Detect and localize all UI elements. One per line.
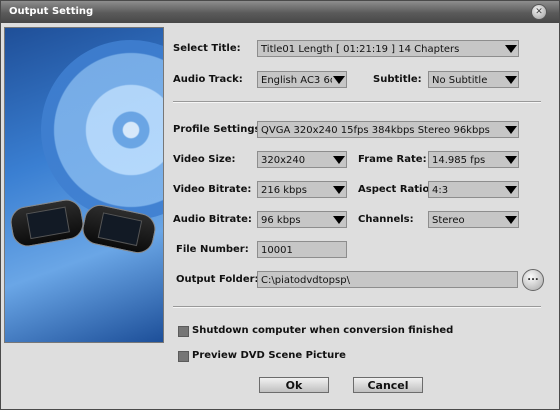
channels-label: Channels:	[358, 214, 414, 225]
aspect-ratio-label: Aspect Ratio:	[358, 184, 434, 195]
output-setting-dialog: Output Setting ✕ Select Title: Title01 L…	[0, 0, 560, 410]
title-bar: Output Setting ✕	[1, 1, 559, 23]
audio-bitrate-label: Audio Bitrate:	[173, 214, 252, 225]
browse-button[interactable]: ...	[522, 269, 544, 291]
profile-settings-label: Profile Settings:	[173, 124, 265, 135]
select-title-value: Title01 Length [ 01:21:19 ] 14 Chapters	[261, 44, 460, 55]
subtitle-value: No Subtitle	[432, 75, 488, 86]
close-icon: ✕	[535, 7, 543, 17]
file-number-label: File Number:	[176, 244, 249, 255]
video-size-dropdown[interactable]: 320x240	[257, 151, 347, 168]
preview-image	[4, 27, 164, 343]
chevron-down-icon	[332, 73, 345, 86]
aspect-ratio-value: 4:3	[432, 185, 449, 196]
video-bitrate-dropdown[interactable]: 216 kbps	[257, 181, 347, 198]
channels-value: Stereo	[432, 215, 465, 226]
ellipsis-icon: ...	[527, 272, 539, 283]
audio-bitrate-value: 96 kbps	[261, 215, 301, 226]
window-title: Output Setting	[9, 6, 94, 17]
chevron-down-icon	[504, 213, 517, 226]
video-size-value: 320x240	[261, 155, 306, 166]
close-button[interactable]: ✕	[531, 4, 547, 20]
separator	[173, 101, 541, 103]
profile-settings-dropdown[interactable]: QVGA 320x240 15fps 384kbps Stereo 96kbps	[257, 121, 519, 138]
shutdown-label: Shutdown computer when conversion finish…	[192, 325, 454, 336]
video-bitrate-value: 216 kbps	[261, 185, 307, 196]
chevron-down-icon	[504, 42, 517, 55]
preview-label: Preview DVD Scene Picture	[192, 350, 346, 361]
output-folder-label: Output Folder:	[176, 274, 259, 285]
subtitle-dropdown[interactable]: No Subtitle	[428, 71, 519, 88]
frame-rate-value: 14.985 fps	[432, 155, 486, 166]
output-folder-value: C:\piatodvdtopsp\	[261, 275, 350, 286]
chevron-down-icon	[504, 183, 517, 196]
subtitle-label: Subtitle:	[373, 74, 422, 85]
disc-graphic	[41, 40, 163, 220]
cancel-button[interactable]: Cancel	[353, 377, 423, 393]
file-number-field[interactable]: 10001	[257, 241, 347, 258]
chevron-down-icon	[332, 213, 345, 226]
chevron-down-icon	[504, 73, 517, 86]
chevron-down-icon	[332, 153, 345, 166]
preview-checkbox[interactable]	[178, 351, 189, 362]
audio-track-label: Audio Track:	[173, 74, 243, 85]
video-size-label: Video Size:	[173, 154, 236, 165]
chevron-down-icon	[332, 183, 345, 196]
output-folder-field[interactable]: C:\piatodvdtopsp\	[257, 271, 518, 288]
frame-rate-label: Frame Rate:	[358, 154, 427, 165]
aspect-ratio-dropdown[interactable]: 4:3	[428, 181, 519, 198]
audio-track-value: English AC3 6cl	[261, 75, 339, 86]
chevron-down-icon	[504, 123, 517, 136]
video-bitrate-label: Video Bitrate:	[173, 184, 252, 195]
psp-device-left	[8, 197, 86, 249]
audio-bitrate-dropdown[interactable]: 96 kbps	[257, 211, 347, 228]
file-number-value: 10001	[261, 245, 293, 256]
separator	[173, 306, 541, 308]
select-title-label: Select Title:	[173, 43, 241, 54]
frame-rate-dropdown[interactable]: 14.985 fps	[428, 151, 519, 168]
select-title-dropdown[interactable]: Title01 Length [ 01:21:19 ] 14 Chapters	[257, 40, 519, 57]
channels-dropdown[interactable]: Stereo	[428, 211, 519, 228]
shutdown-checkbox[interactable]	[178, 326, 189, 337]
chevron-down-icon	[504, 153, 517, 166]
audio-track-dropdown[interactable]: English AC3 6cl	[257, 71, 347, 88]
profile-settings-value: QVGA 320x240 15fps 384kbps Stereo 96kbps	[261, 125, 490, 136]
ok-button[interactable]: Ok	[259, 377, 329, 393]
